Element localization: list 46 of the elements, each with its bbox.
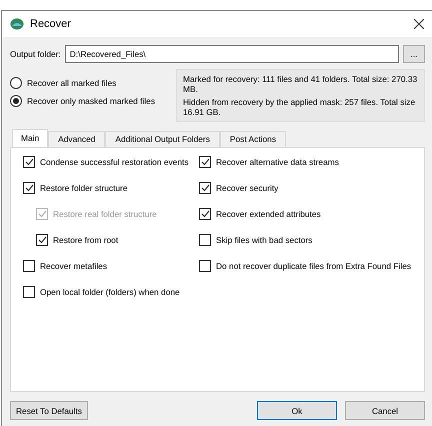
window-title: Recover [30, 18, 72, 30]
output-folder-field[interactable]: D:\Recovered_Files\ [64, 45, 399, 63]
check-icon [24, 184, 34, 192]
close-icon[interactable] [414, 19, 424, 29]
checkbox[interactable] [199, 208, 211, 220]
tab[interactable]: Post Actions [220, 131, 286, 148]
radio-label[interactable]: Recover all marked files [27, 78, 116, 88]
checkbox[interactable] [199, 234, 211, 246]
reset-button[interactable]: Reset To Defaults [10, 401, 88, 420]
tab[interactable]: Additional Output Folders [105, 131, 220, 148]
checkbox-label[interactable]: Do not recover duplicate files from Extra Found Files [216, 261, 412, 272]
check-icon [38, 210, 46, 218]
checkbox[interactable] [23, 260, 35, 272]
checkbox-label[interactable]: Restore folder structure [40, 183, 128, 194]
checkbox[interactable] [199, 260, 211, 272]
info-text: Marked for recovery: 111 files and 41 folders. Total size: 270.33 MB. [183, 74, 418, 94]
checkbox-label[interactable]: Recover security [216, 183, 278, 194]
checkbox-label[interactable]: Open local folder (folders) when done [40, 287, 180, 298]
cancel-button[interactable]: Cancel [345, 401, 425, 420]
info-text: Hidden from recovery by the applied mask: 257 files. Total size 16.91 GB. [183, 97, 416, 118]
checkbox[interactable] [23, 182, 35, 194]
checkbox[interactable] [199, 156, 211, 168]
radio-button[interactable] [10, 77, 22, 89]
check-icon [200, 210, 210, 218]
checkbox[interactable] [36, 234, 48, 246]
output-folder-label: Output folder: [10, 49, 61, 59]
checkbox-label[interactable]: Condense successful restoration events [40, 157, 189, 168]
checkbox-label[interactable]: Restore from root [53, 235, 118, 246]
ok-button[interactable]: Ok [257, 401, 337, 420]
tab[interactable]: Main [12, 129, 48, 148]
checkbox-label[interactable]: Recover extended attributes [216, 209, 321, 220]
checkbox-label[interactable]: Recover alternative data streams [216, 157, 339, 168]
browse-button[interactable]: ... [403, 45, 425, 63]
checkbox[interactable] [23, 286, 35, 298]
app-icon [10, 18, 24, 30]
checkbox-label[interactable]: Skip files with bad sectors [216, 235, 312, 246]
checkbox-label[interactable]: Recover metafiles [40, 261, 108, 272]
radio-button[interactable] [10, 95, 22, 107]
checkbox[interactable] [199, 182, 211, 194]
check-icon [38, 236, 46, 244]
check-icon [24, 158, 34, 166]
check-icon [200, 184, 210, 192]
checkbox[interactable] [23, 156, 35, 168]
radio-label[interactable]: Recover only masked marked files [27, 96, 156, 106]
tab[interactable]: Advanced [48, 131, 106, 148]
check-icon [200, 158, 210, 166]
